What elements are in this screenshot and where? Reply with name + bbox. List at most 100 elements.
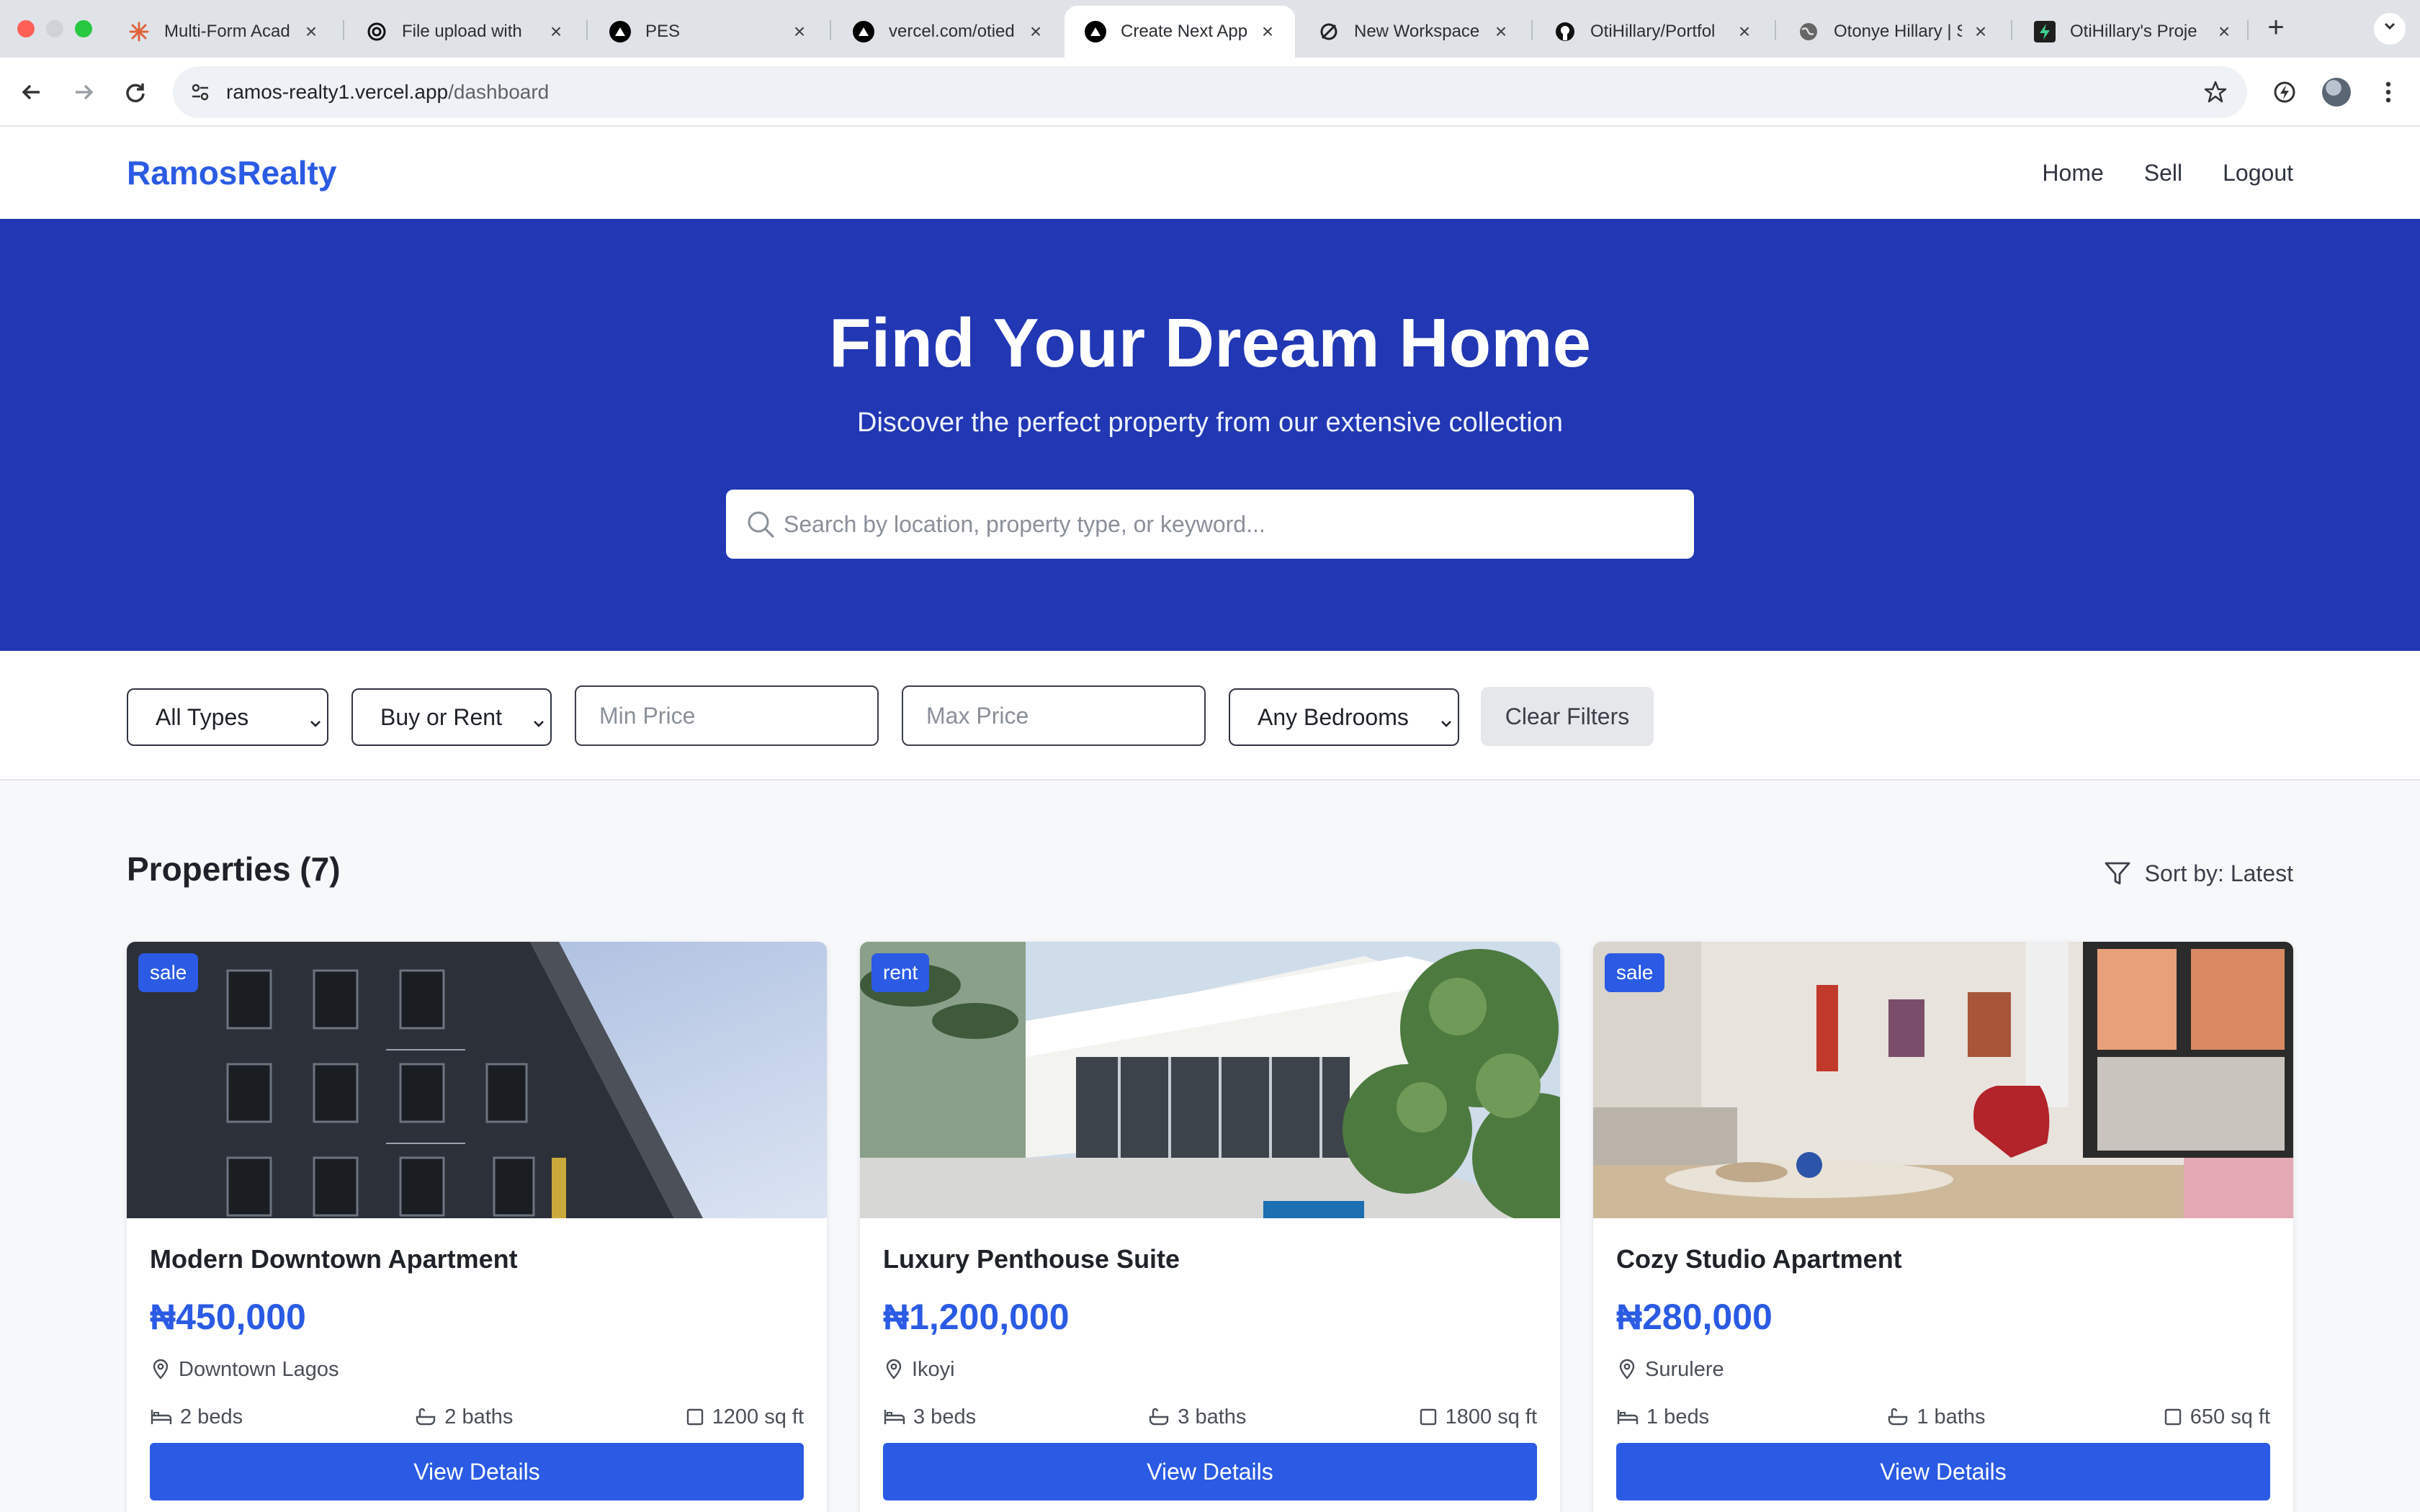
url-path: /dashboard (448, 81, 550, 103)
clear-filters-button[interactable]: Clear Filters (1481, 687, 1654, 746)
tab-divider (830, 20, 831, 40)
address-bar[interactable]: ramos-realty1.vercel.app/dashboard (173, 66, 2247, 118)
tab-label: OtiHillary/Portfol (1590, 22, 1716, 41)
close-tab-icon[interactable]: × (1026, 20, 1046, 43)
nav-link-home[interactable]: Home (2042, 160, 2103, 186)
property-card[interactable]: sale Modern Downtown Apartment ₦450,000 … (127, 942, 827, 1512)
browser-toolbar: ramos-realty1.vercel.app/dashboard (0, 58, 2420, 127)
back-arrow-icon[interactable] (13, 73, 50, 111)
brand-logo[interactable]: RamosRealty (127, 127, 336, 219)
area-stat: 650 sq ft (2163, 1405, 2270, 1429)
close-tab-icon[interactable]: × (1491, 20, 1511, 43)
close-tab-icon[interactable]: × (546, 20, 566, 43)
baths-stat: 3 baths (1147, 1405, 1246, 1429)
property-card[interactable]: rent Luxury Penthouse Suite ₦1,200,000 I… (860, 942, 1560, 1512)
close-tab-icon[interactable]: × (1971, 20, 1991, 43)
baths-text: 3 baths (1178, 1405, 1247, 1428)
nav-link-sell[interactable]: Sell (2144, 160, 2182, 186)
mode-select[interactable]: Buy or Rent (351, 688, 552, 746)
property-photo[interactable]: sale (127, 942, 827, 1218)
tab-divider (1531, 20, 1533, 40)
property-location: Surulere (1616, 1355, 1724, 1384)
vercel-icon (609, 21, 631, 42)
area-stat: 1800 sq ft (1418, 1405, 1537, 1429)
area-square-icon (2164, 1408, 2181, 1426)
avatar (2322, 78, 2351, 107)
browser-tab[interactable]: File upload with × (346, 6, 583, 58)
beds-text: 1 beds (1646, 1405, 1710, 1428)
property-photo[interactable]: sale (1593, 942, 2293, 1218)
tab-label: New Workspace (1354, 22, 1480, 41)
url-host: ramos-realty1.vercel.app (226, 81, 449, 103)
close-tab-icon[interactable]: × (789, 20, 810, 43)
baths-text: 1 baths (1917, 1405, 1986, 1428)
bookmark-star-icon[interactable] (2201, 78, 2230, 107)
url-text: ramos-realty1.vercel.app/dashboard (226, 66, 549, 118)
tab-divider (1775, 20, 1776, 40)
reload-icon[interactable] (117, 73, 154, 111)
min-price-input[interactable]: Min Price (575, 685, 879, 746)
browser-tab[interactable]: Multi-Form Acad × (108, 6, 339, 58)
minimize-window-button[interactable] (46, 20, 63, 37)
workspace-icon (1318, 21, 1340, 42)
view-details-button[interactable]: View Details (150, 1443, 804, 1500)
bath-icon (1150, 1408, 1169, 1426)
openai-icon (366, 21, 387, 42)
browser-tab[interactable]: Otonye Hillary | S × (1778, 6, 2008, 58)
baths-text: 2 baths (444, 1405, 514, 1428)
type-select[interactable]: All Types (127, 688, 328, 746)
tab-label: vercel.com/otied (889, 22, 1015, 41)
vercel-icon (1085, 21, 1106, 42)
close-tab-icon[interactable]: × (301, 20, 321, 43)
property-name: Modern Downtown Apartment (150, 1244, 518, 1274)
filter-funnel-icon (2105, 862, 2130, 885)
property-price: ₦450,000 (150, 1297, 306, 1337)
browser-tab[interactable]: vercel.com/otied × (833, 6, 1063, 58)
site-header: RamosRealty Home Sell Logout (0, 127, 2420, 219)
forward-arrow-icon[interactable] (65, 73, 102, 111)
location-text: Surulere (1645, 1357, 1724, 1381)
close-tab-icon[interactable]: × (1258, 20, 1278, 43)
profile-avatar[interactable] (2318, 73, 2355, 111)
sort-control[interactable]: Sort by: Latest (2103, 857, 2293, 890)
area-text: 650 sq ft (2190, 1405, 2270, 1428)
browser-tab-active[interactable]: Create Next App × (1065, 6, 1295, 58)
property-photo[interactable]: rent (860, 942, 1560, 1218)
browser-tab[interactable]: New Workspace × (1298, 6, 1528, 58)
browser-tab-bar: Multi-Form Acad × File upload with × PES… (0, 0, 2420, 58)
view-details-button[interactable]: View Details (1616, 1443, 2270, 1500)
view-details-button[interactable]: View Details (883, 1443, 1537, 1500)
search-bar (726, 490, 1694, 559)
site-settings-icon[interactable] (186, 78, 215, 107)
property-price: ₦1,200,000 (883, 1297, 1070, 1337)
globe-icon (1798, 21, 1819, 42)
extension-icon[interactable] (2266, 73, 2303, 111)
filter-bar: All Types Buy or Rent Min Price Max Pric… (0, 651, 2420, 780)
bed-icon (151, 1410, 172, 1424)
close-tab-icon[interactable]: × (1734, 20, 1754, 43)
tab-divider (586, 20, 588, 40)
beds-text: 2 beds (180, 1405, 243, 1428)
beds-stat: 2 beds (150, 1405, 243, 1429)
browser-tab[interactable]: OtiHillary/Portfol × (1534, 6, 1772, 58)
bedrooms-select[interactable]: Any Bedrooms (1229, 688, 1459, 746)
browser-tab[interactable]: PES × (589, 6, 827, 58)
listing-type-badge: rent (871, 953, 930, 992)
property-stats: 1 beds 1 baths 650 sq ft (1616, 1403, 2270, 1431)
close-tab-icon[interactable]: × (2214, 20, 2234, 43)
browser-menu-icon[interactable] (2370, 73, 2407, 111)
baths-stat: 1 baths (1886, 1405, 1985, 1429)
search-icon (745, 508, 776, 540)
search-input[interactable] (784, 490, 1677, 559)
close-window-button[interactable] (17, 20, 35, 37)
maximize-window-button[interactable] (75, 20, 92, 37)
max-price-input[interactable]: Max Price (902, 685, 1206, 746)
tab-search-chevron-icon[interactable] (2374, 13, 2406, 45)
type-select-value: All Types (156, 703, 249, 730)
new-tab-button[interactable]: + (2259, 12, 2293, 46)
hero-banner: Find Your Dream Home Discover the perfec… (0, 219, 2420, 651)
property-card[interactable]: sale Cozy Studio Apartment ₦280,000 Suru… (1593, 942, 2293, 1512)
bath-icon (1888, 1408, 1908, 1426)
browser-tab[interactable]: OtiHillary's Proje × (2014, 6, 2251, 58)
nav-link-logout[interactable]: Logout (2223, 160, 2293, 186)
